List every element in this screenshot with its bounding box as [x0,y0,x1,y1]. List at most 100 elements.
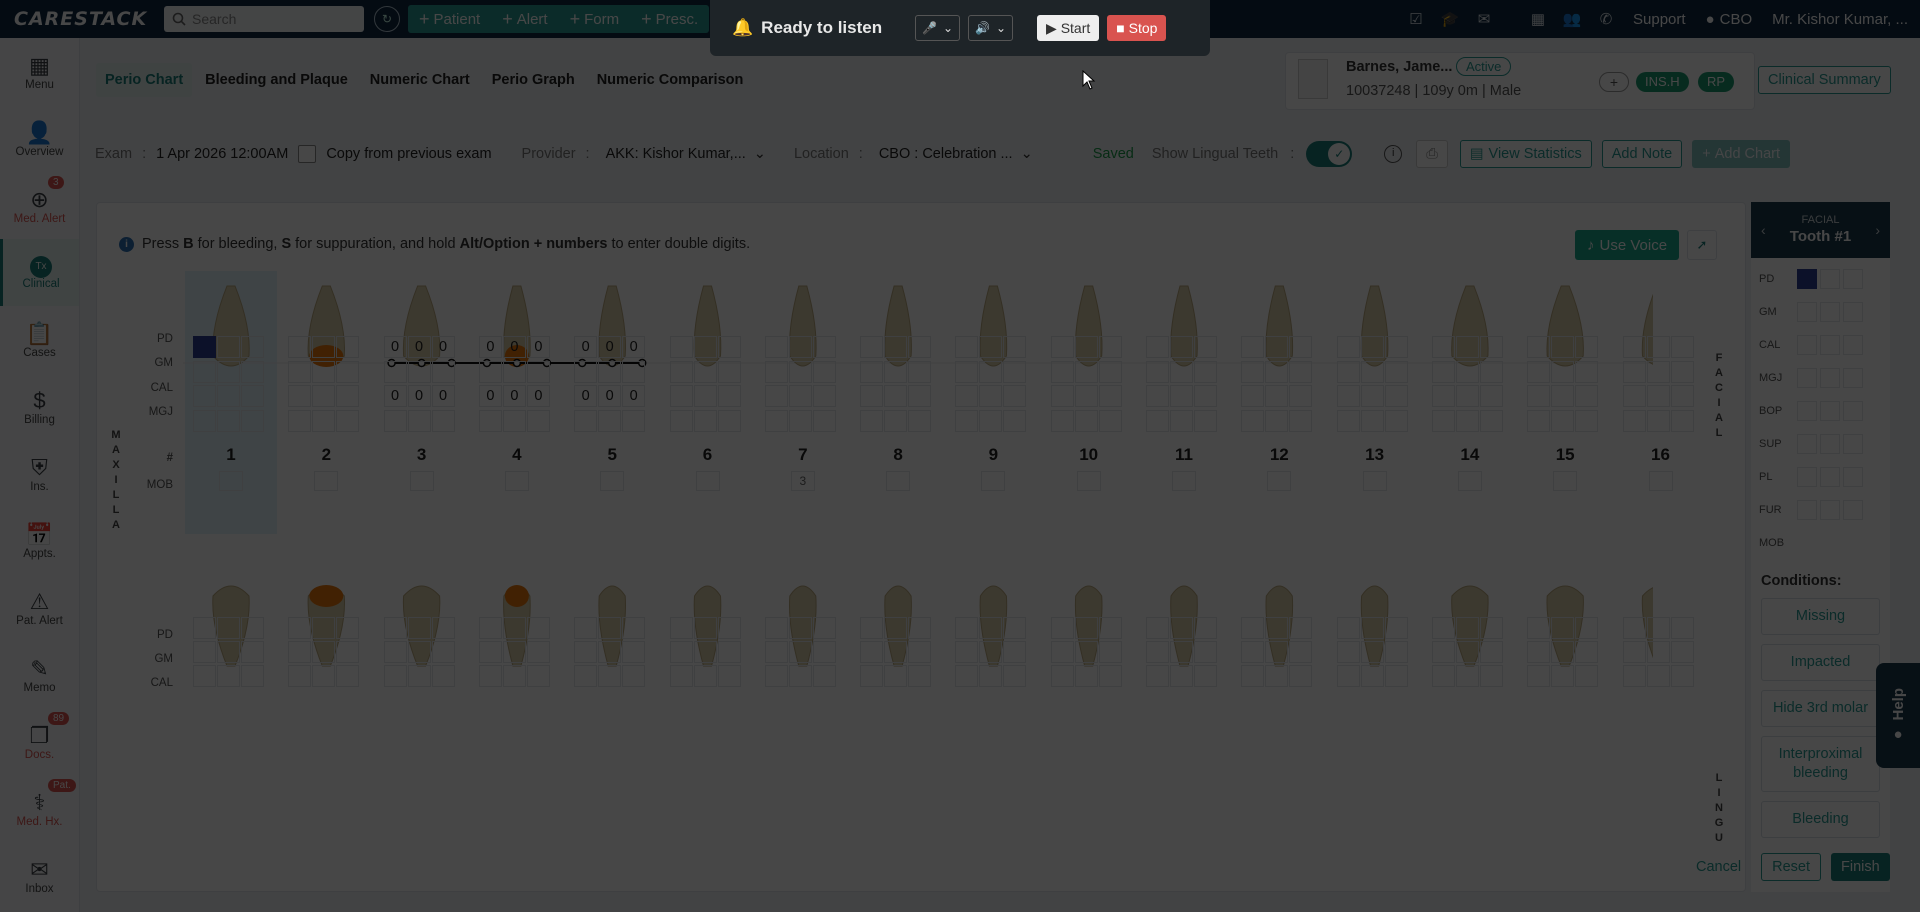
measure-cell[interactable] [693,641,717,663]
measure-cell[interactable] [979,617,1003,639]
measure-cell[interactable] [1479,385,1503,407]
measure-cell[interactable] [764,665,788,687]
measure-cell[interactable] [1670,361,1694,383]
measure-cell[interactable] [884,641,908,663]
add-prescription-button[interactable]: + Presc. [630,5,709,33]
measure-cell[interactable] [1575,617,1599,639]
tooth-number[interactable]: 10 [1043,445,1135,465]
measure-cell[interactable] [812,361,836,383]
measure-cell[interactable] [1384,410,1408,432]
measure-cell[interactable] [598,641,622,663]
measure-cell[interactable] [1074,617,1098,639]
tab-numeric-chart[interactable]: Numeric Chart [361,63,479,97]
measure-cell[interactable] [1455,385,1479,407]
measure-cell[interactable] [860,361,884,383]
tasks-icon[interactable]: ☑ [1399,10,1433,28]
tooth-measure-cell[interactable] [1797,268,1817,289]
measure-cell[interactable] [217,385,240,407]
mobility-cell[interactable] [314,471,339,491]
measure-cell[interactable] [1170,617,1193,639]
measure-cell[interactable] [693,336,717,358]
measure-cell[interactable] [431,361,455,383]
measure-cell[interactable] [1479,665,1503,687]
chat-icon[interactable]: ✉ [1467,10,1501,28]
measure-cell[interactable] [217,641,240,663]
tab-perio-chart[interactable]: Perio Chart [96,63,193,97]
measure-cell[interactable] [502,641,526,663]
measure-cell[interactable] [1170,336,1193,358]
cancel-button[interactable]: Cancel [1686,853,1751,881]
measure-cell[interactable] [1241,410,1265,432]
measure-cell[interactable] [1098,641,1122,663]
sidebar-item-cases[interactable]: 📋 Cases [0,306,79,373]
tooth-measure-cell[interactable] [1797,499,1817,520]
measure-cell[interactable] [1194,617,1217,639]
measure-cell[interactable] [1194,641,1217,663]
add-alert-button[interactable]: + Alert [491,5,558,33]
measure-cell[interactable] [812,410,836,432]
measure-cell[interactable] [1289,361,1313,383]
measure-cell[interactable] [193,617,216,639]
measure-cell[interactable] [669,665,693,687]
condition-hide-3rd-molar[interactable]: Hide 3rd molar [1761,690,1880,727]
measure-cell[interactable] [1670,665,1694,687]
measure-cell[interactable] [1050,361,1074,383]
measure-cell[interactable] [1622,385,1646,407]
add-badge-button[interactable]: + [1599,72,1629,92]
measure-cell[interactable] [1146,385,1169,407]
measure-cell[interactable] [336,617,360,639]
measure-cell[interactable] [908,665,932,687]
measure-cell[interactable] [1622,641,1646,663]
measure-cell[interactable] [312,641,336,663]
measure-cell[interactable] [1265,385,1289,407]
measure-cell[interactable] [1646,617,1670,639]
measure-cell[interactable] [1194,385,1217,407]
mobility-cell[interactable] [886,471,911,491]
tooth-measure-cell[interactable] [1843,400,1863,421]
measure-cell[interactable] [1527,336,1551,358]
mobility-cell[interactable] [409,471,434,491]
measure-cell[interactable] [241,617,264,639]
measure-cell[interactable] [860,410,884,432]
measure-cell[interactable] [431,665,455,687]
measure-cell[interactable] [884,410,908,432]
measure-cell[interactable] [979,361,1003,383]
measure-cell[interactable] [764,361,788,383]
measure-cell[interactable] [669,410,693,432]
measure-cell[interactable] [1194,336,1217,358]
add-chart-button[interactable]: + Add Chart [1692,140,1791,168]
measure-cell[interactable] [1289,385,1313,407]
measure-cell[interactable] [1479,617,1503,639]
measure-cell[interactable] [1241,361,1265,383]
measure-cell[interactable] [1646,665,1670,687]
start-listening-button[interactable]: ▶ Start [1037,15,1100,41]
measure-cell[interactable] [1050,336,1074,358]
education-icon[interactable]: 🎓 [1433,10,1467,28]
tooth-number[interactable]: 16 [1615,445,1707,465]
support-link[interactable]: Support [1623,11,1696,28]
measure-cell[interactable] [1241,385,1265,407]
measure-cell[interactable] [1455,410,1479,432]
tooth-number[interactable]: 3 [376,445,468,465]
measure-cell[interactable] [1074,385,1098,407]
measure-cell[interactable] [1336,410,1360,432]
measure-cell[interactable] [788,641,812,663]
measure-cell[interactable] [217,665,240,687]
measure-cell[interactable] [312,361,336,383]
measure-cell[interactable] [1551,336,1575,358]
measure-cell[interactable] [1050,410,1074,432]
measure-cell[interactable] [1551,641,1575,663]
measure-cell[interactable] [1431,665,1455,687]
measure-cell[interactable] [217,336,240,358]
tooth-number[interactable]: 14 [1424,445,1516,465]
measure-cell[interactable] [955,617,979,639]
tooth-measure-cell[interactable] [1843,466,1863,487]
measure-cell[interactable] [717,336,741,358]
measure-cell[interactable] [502,410,526,432]
people-icon[interactable]: 👥 [1555,10,1589,28]
measure-cell[interactable] [193,641,216,663]
sidebar-item-pat-alert[interactable]: ⚠ Pat. Alert [0,574,79,641]
measure-cell[interactable] [1360,361,1384,383]
measure-cell[interactable] [193,385,216,407]
measure-cell[interactable] [312,617,336,639]
